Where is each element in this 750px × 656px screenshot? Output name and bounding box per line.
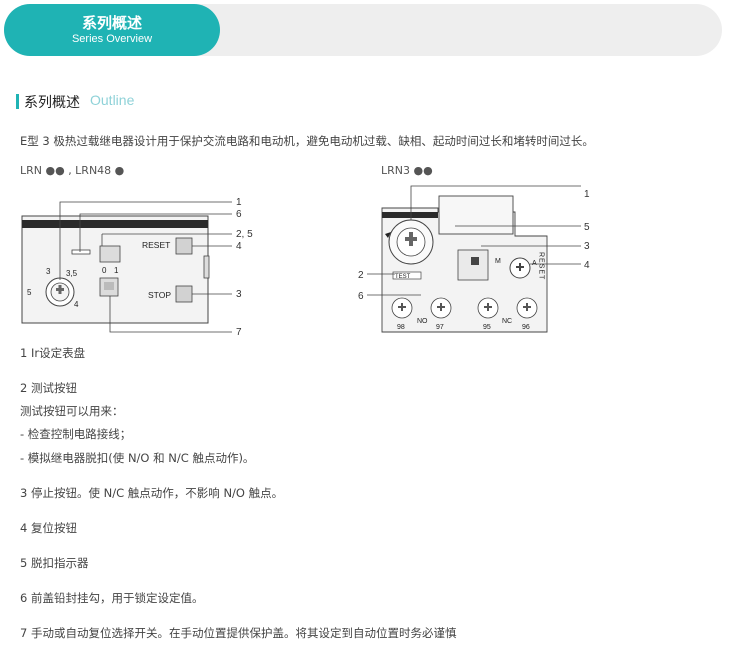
right-callout-5: 5	[584, 222, 590, 233]
terminal-97: 97	[436, 324, 444, 331]
dial-mark-4: 4	[74, 300, 79, 309]
section-title-cn: 系列概述	[24, 95, 80, 111]
right-callout-3: 3	[584, 241, 590, 252]
mode-label-a: A	[532, 260, 537, 267]
selector-label-1: 1	[114, 266, 119, 275]
reset-button-label: RESET	[142, 240, 170, 250]
banner-title-cn: 系列概述	[81, 14, 142, 32]
dial-mark-1: 3	[46, 267, 51, 276]
left-callout-4: 4	[236, 241, 242, 252]
selector-label-0: 0	[102, 266, 107, 275]
terminal-nc: NC	[502, 318, 512, 325]
item-7: 7 手动或自动复位选择开关。在手动位置提供保护盖。将其设定到自动位置时务必谨慎	[20, 626, 457, 640]
left-callout-3: 3	[236, 289, 242, 300]
section-title-en: Outline	[90, 92, 135, 108]
item-2-desc: 测试按钮可以用来：	[20, 404, 124, 418]
left-callout-6: 6	[236, 209, 242, 220]
model-label-left: LRN ●● , LRN48 ●	[20, 164, 125, 177]
left-callout-2-5: 2, 5	[236, 229, 253, 240]
relay-diagram-lrn3: M A RESET TEST 98 NO 97 95 NC 96 1 5 3 4…	[358, 185, 590, 333]
right-callout-4: 4	[584, 260, 590, 271]
right-callout-6: 6	[358, 291, 364, 302]
banner-title-en: Series Overview	[71, 33, 153, 45]
header-tab: 系列概述 Series Overview	[4, 4, 220, 56]
item-3: 3 停止按钮。使 N/C 触点动作，不影响 N/O 触点。	[20, 486, 284, 500]
mode-label-m: M	[495, 258, 501, 265]
item-6: 6 前盖铅封挂勾，用于锁定设定值。	[20, 591, 204, 605]
relay-diagram-lrn: 3 3,5 5 4 0 1 RESET STOP 1 6 2, 5 4 3 7	[21, 197, 253, 338]
terminal-95: 95	[483, 324, 491, 331]
intro-text: E型 3 极热过载继电器设计用于保护交流电路和电动机，避免电动机过载、缺相、起动…	[20, 134, 594, 148]
right-callout-2: 2	[358, 270, 364, 281]
stop-button	[175, 285, 193, 303]
left-callout-1: 1	[236, 197, 242, 208]
left-callout-7: 7	[236, 327, 242, 338]
terminal-96: 96	[522, 324, 530, 331]
item-4: 4 复位按钮	[20, 521, 77, 535]
model-label-right: LRN3 ●●	[381, 164, 433, 177]
section-accent-bar	[16, 94, 19, 109]
terminal-98: 98	[397, 324, 405, 331]
test-label: TEST	[395, 274, 411, 280]
reset-label-vertical: RESET	[538, 252, 545, 280]
dial-mark-2: 3,5	[66, 269, 78, 278]
right-callout-1: 1	[584, 189, 590, 200]
item-1: 1 Ir设定表盘	[20, 346, 86, 360]
item-2-bullet-2: - 模拟继电器脱扣(使 N/O 和 N/C 触点动作)。	[20, 451, 255, 465]
dial-mark-3: 5	[27, 288, 32, 297]
reset-button	[175, 237, 193, 255]
stop-button-label: STOP	[148, 290, 171, 300]
item-5: 5 脱扣指示器	[20, 556, 89, 570]
terminal-no: NO	[417, 318, 428, 325]
item-2-bullet-1: - 检查控制电路接线；	[20, 427, 132, 441]
item-2: 2 测试按钮	[20, 381, 77, 395]
